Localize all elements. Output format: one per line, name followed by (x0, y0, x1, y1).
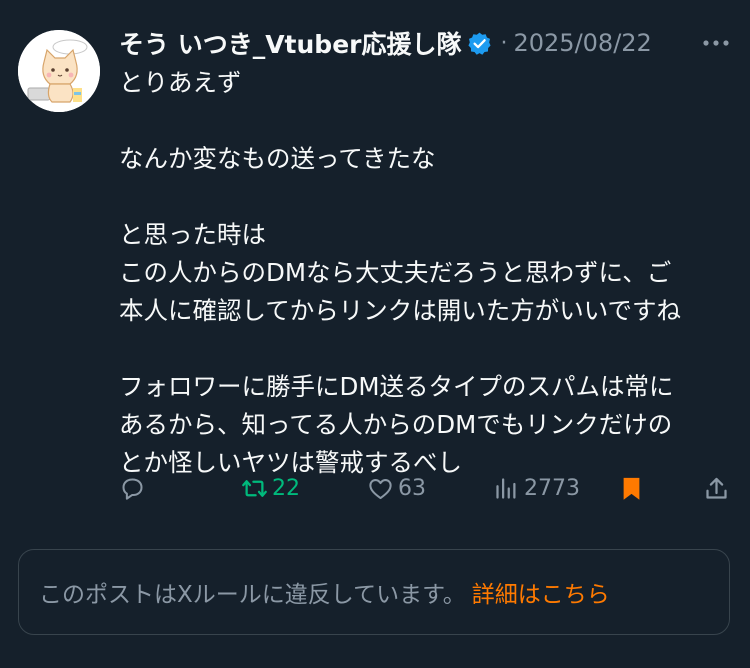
views-count: 2773 (524, 475, 580, 501)
post-text-line: なんか変なもの送ってきたな (119, 144, 436, 173)
post-text-line: この人からのDMなら大丈夫だろうと思わずに、ご (119, 258, 672, 287)
separator-dot: · (500, 30, 508, 56)
views-icon (496, 477, 516, 499)
action-bar: 22 63 2773 (119, 470, 733, 506)
share-button[interactable] (703, 470, 730, 506)
rule-violation-notice: このポストはXルールに違反しています。 詳細はこちら (18, 549, 730, 635)
post-text-line: とりあえず (119, 68, 242, 97)
post-text: とりあえず なんか変なもの送ってきたな と思った時は この人からのDMなら大丈夫… (119, 64, 729, 482)
verified-badge-icon[interactable] (467, 31, 492, 56)
notice-message: このポストはXルールに違反しています。 (39, 582, 466, 608)
share-icon (706, 477, 727, 499)
post-date[interactable]: 2025/08/22 (513, 29, 651, 57)
post-text-line: フォロワーに勝手にDM送るタイプのスパムは常に (119, 372, 674, 401)
views-button[interactable]: 2773 (493, 470, 580, 506)
like-icon (369, 478, 392, 499)
like-count: 63 (398, 475, 426, 501)
reply-button[interactable] (119, 470, 150, 506)
post-text-line: あるから、知ってる人からのDMでもリンクだけの (119, 410, 673, 439)
like-button[interactable]: 63 (367, 470, 426, 506)
avatar[interactable] (18, 30, 100, 112)
retweet-icon (242, 479, 267, 497)
post-text-line: 本人に確認してからリンクは開いた方がいいですね (119, 296, 682, 325)
avatar-cat-illustration (18, 30, 100, 112)
bookmark-icon (623, 477, 640, 500)
retweet-count: 22 (272, 475, 300, 501)
author-name[interactable]: そう いつき_Vtuber応援し隊 (119, 25, 461, 61)
reply-icon (122, 477, 143, 500)
retweet-button[interactable]: 22 (241, 470, 300, 506)
post-text-line: と思った時は (119, 220, 266, 249)
post-header: そう いつき_Vtuber応援し隊 · 2025/08/22 (119, 24, 734, 62)
more-icon[interactable] (700, 28, 732, 58)
bookmark-button[interactable] (618, 470, 645, 506)
notice-details-link[interactable]: 詳細はこちら (472, 575, 610, 609)
